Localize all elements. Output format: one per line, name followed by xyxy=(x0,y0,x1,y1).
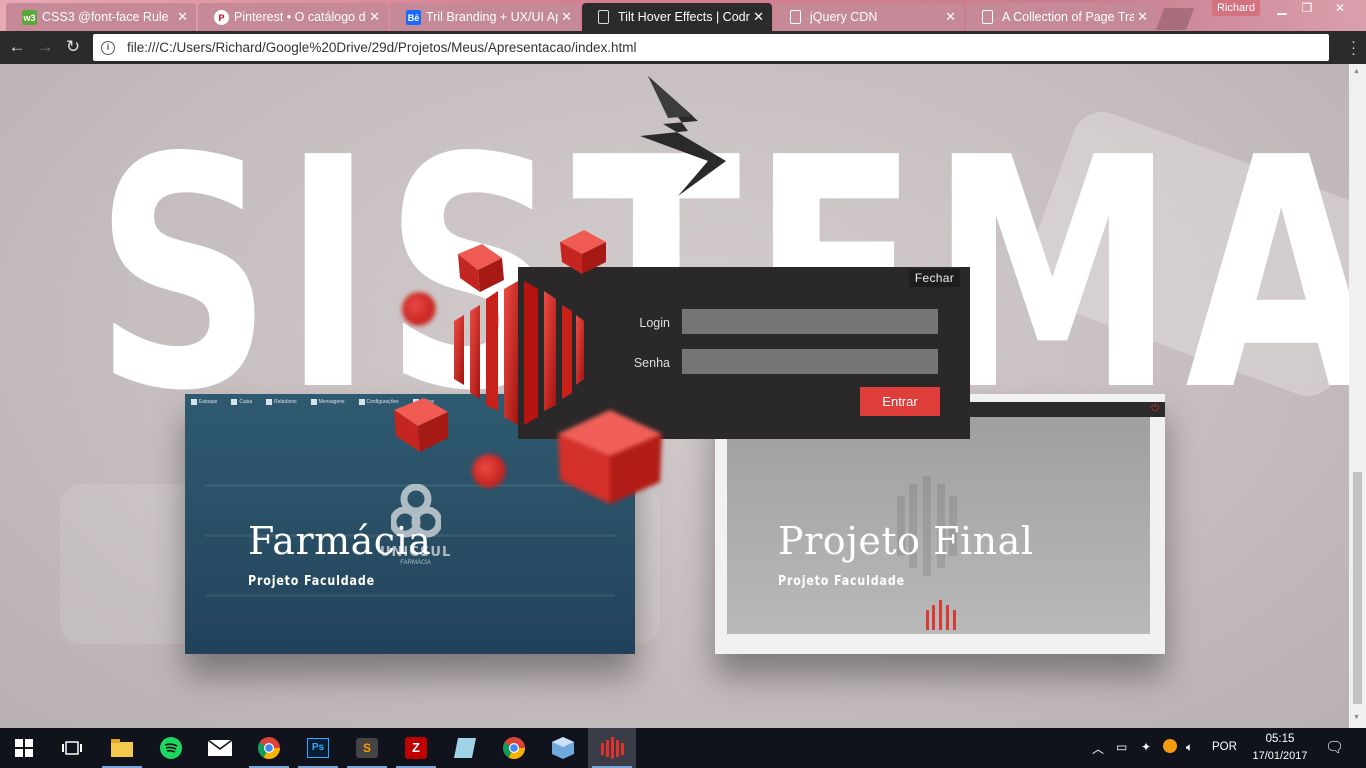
red-cube-icon xyxy=(458,244,504,292)
tab-pinterest[interactable]: P Pinterest • O catálogo de ideias ✕ xyxy=(198,3,388,31)
sistemas-app-icon[interactable] xyxy=(588,728,636,768)
close-icon[interactable]: ✕ xyxy=(753,9,764,25)
page-icon xyxy=(790,10,801,24)
close-icon[interactable]: ✕ xyxy=(177,9,188,25)
new-tab-button[interactable] xyxy=(1155,8,1195,30)
tab-page-transitions[interactable]: A Collection of Page Transitions ✕ xyxy=(966,3,1156,31)
mail-icon[interactable] xyxy=(196,728,244,768)
sync-icon[interactable] xyxy=(1163,739,1177,753)
info-icon[interactable]: i xyxy=(101,40,115,55)
scroll-down-icon[interactable]: ▼ xyxy=(1353,714,1360,721)
tab-jquery-cdn[interactable]: jQuery CDN ✕ xyxy=(774,3,964,31)
password-input[interactable] xyxy=(682,349,938,374)
chrome-icon[interactable] xyxy=(490,728,538,768)
tab-label: Tril Branding + UX/UI App xyxy=(426,10,558,24)
tab-label: Pinterest • O catálogo de ideias xyxy=(234,10,366,24)
language-indicator[interactable]: POR xyxy=(1212,741,1237,753)
profile-button[interactable]: Richard xyxy=(1212,0,1260,16)
toolbar-item: Relatórios xyxy=(266,399,297,405)
virtualbox-icon[interactable] xyxy=(539,728,587,768)
clock-date[interactable]: 17/01/2017 xyxy=(1248,750,1312,762)
tab-label: A Collection of Page Transitions xyxy=(1002,10,1134,24)
tab-tril-branding[interactable]: Bē Tril Branding + UX/UI App ✕ xyxy=(390,3,580,31)
sublime-text-icon[interactable]: S xyxy=(343,728,391,768)
password-label: Senha xyxy=(633,356,670,370)
tab-css3-font-face[interactable]: w3 CSS3 @font-face Rule ✕ xyxy=(6,3,196,31)
file-explorer-icon[interactable] xyxy=(98,728,146,768)
app-icon[interactable] xyxy=(441,728,489,768)
enter-button[interactable]: Entrar xyxy=(860,387,940,416)
behance-icon: Bē xyxy=(406,10,421,25)
red-sphere-icon xyxy=(472,454,506,488)
task-view-icon[interactable] xyxy=(48,728,96,768)
chrome-icon[interactable] xyxy=(245,728,293,768)
shelf-line xyxy=(205,594,615,597)
close-button[interactable]: Fechar xyxy=(908,269,960,287)
close-icon[interactable]: ✕ xyxy=(945,9,956,25)
card-title: Farmácia xyxy=(248,519,432,563)
scroll-up-icon[interactable]: ▲ xyxy=(1353,68,1360,75)
back-arrow-icon[interactable]: ← xyxy=(6,37,28,59)
scroll-thumb[interactable] xyxy=(1353,472,1362,704)
tab-label: Tilt Hover Effects | Codrops xyxy=(618,10,750,24)
toolbar-item: Caixa xyxy=(231,399,252,405)
toolbar-item: Estoque xyxy=(191,399,217,405)
volume-icon[interactable]: 🔈︎ xyxy=(1186,740,1193,755)
projeto-final-titlebar: ⏻ xyxy=(940,402,1165,417)
reload-icon[interactable]: ↻ xyxy=(62,37,84,59)
page-scrollbar[interactable]: ▲ ▼ xyxy=(1349,64,1366,728)
w3schools-icon: w3 xyxy=(22,10,37,25)
page-content: SISTEMAS Estoque Caixa Relatórios Mensag… xyxy=(0,64,1366,728)
pinterest-icon: P xyxy=(214,10,229,25)
network-icon[interactable]: ▭ xyxy=(1116,740,1127,754)
restore-icon[interactable]: ❐ xyxy=(1295,0,1319,18)
logo-bolt-icon xyxy=(640,76,726,196)
card-title: Projeto Final xyxy=(778,519,1034,563)
page-icon xyxy=(982,10,993,24)
tab-label: CSS3 @font-face Rule xyxy=(42,10,169,24)
page-icon xyxy=(598,10,609,24)
start-icon[interactable] xyxy=(0,728,48,768)
chevron-up-icon[interactable]: ︿ xyxy=(1092,740,1104,757)
browser-tab-strip: w3 CSS3 @font-face Rule ✕ P Pinterest • … xyxy=(0,0,1366,31)
photoshop-icon[interactable]: Ps xyxy=(294,728,342,768)
notification-icon[interactable]: 🗨︎ xyxy=(1325,738,1344,756)
red-cube-icon xyxy=(560,230,606,274)
dropbox-icon[interactable]: ✦ xyxy=(1141,740,1151,754)
url-text[interactable]: file:///C:/Users/Richard/Google%20Drive/… xyxy=(127,40,637,55)
clock-time[interactable]: 05:15 xyxy=(1255,733,1305,745)
login-input[interactable] xyxy=(682,309,938,334)
address-bar[interactable]: i file:///C:/Users/Richard/Google%20Driv… xyxy=(93,34,1329,61)
filezilla-icon[interactable]: Z xyxy=(392,728,440,768)
tab-tilt-hover-effects[interactable]: Tilt Hover Effects | Codrops ✕ xyxy=(582,3,772,31)
close-icon[interactable]: ✕ xyxy=(369,9,380,25)
login-label: Login xyxy=(639,316,670,330)
tab-label: jQuery CDN xyxy=(810,10,878,24)
close-icon[interactable]: ✕ xyxy=(561,9,572,25)
red-cube-icon xyxy=(394,398,448,452)
red-emblem-icon xyxy=(926,600,956,630)
card-subtitle: Projeto Faculdade xyxy=(248,574,375,589)
card-subtitle: Projeto Faculdade xyxy=(778,574,905,589)
minimize-icon[interactable]: ▁ xyxy=(1270,0,1294,18)
browser-toolbar: ← → ↻ i file:///C:/Users/Richard/Google%… xyxy=(0,31,1366,64)
menu-icon[interactable]: · · · xyxy=(1351,34,1356,61)
toolbar-item: Mensagens xyxy=(310,399,345,405)
forward-arrow-icon[interactable]: → xyxy=(34,37,56,59)
red-sphere-icon xyxy=(402,292,436,326)
windows-taskbar: Ps S Z ︿ ▭ ✦ 🔈︎ POR 05:15 17/01/2017 🗨︎ xyxy=(0,728,1366,768)
red-cube-icon xyxy=(558,410,662,504)
close-window-icon[interactable]: ✕ xyxy=(1328,0,1352,18)
power-icon[interactable]: ⏻ xyxy=(1151,403,1159,414)
spotify-icon[interactable] xyxy=(147,728,195,768)
close-icon[interactable]: ✕ xyxy=(1137,9,1148,25)
